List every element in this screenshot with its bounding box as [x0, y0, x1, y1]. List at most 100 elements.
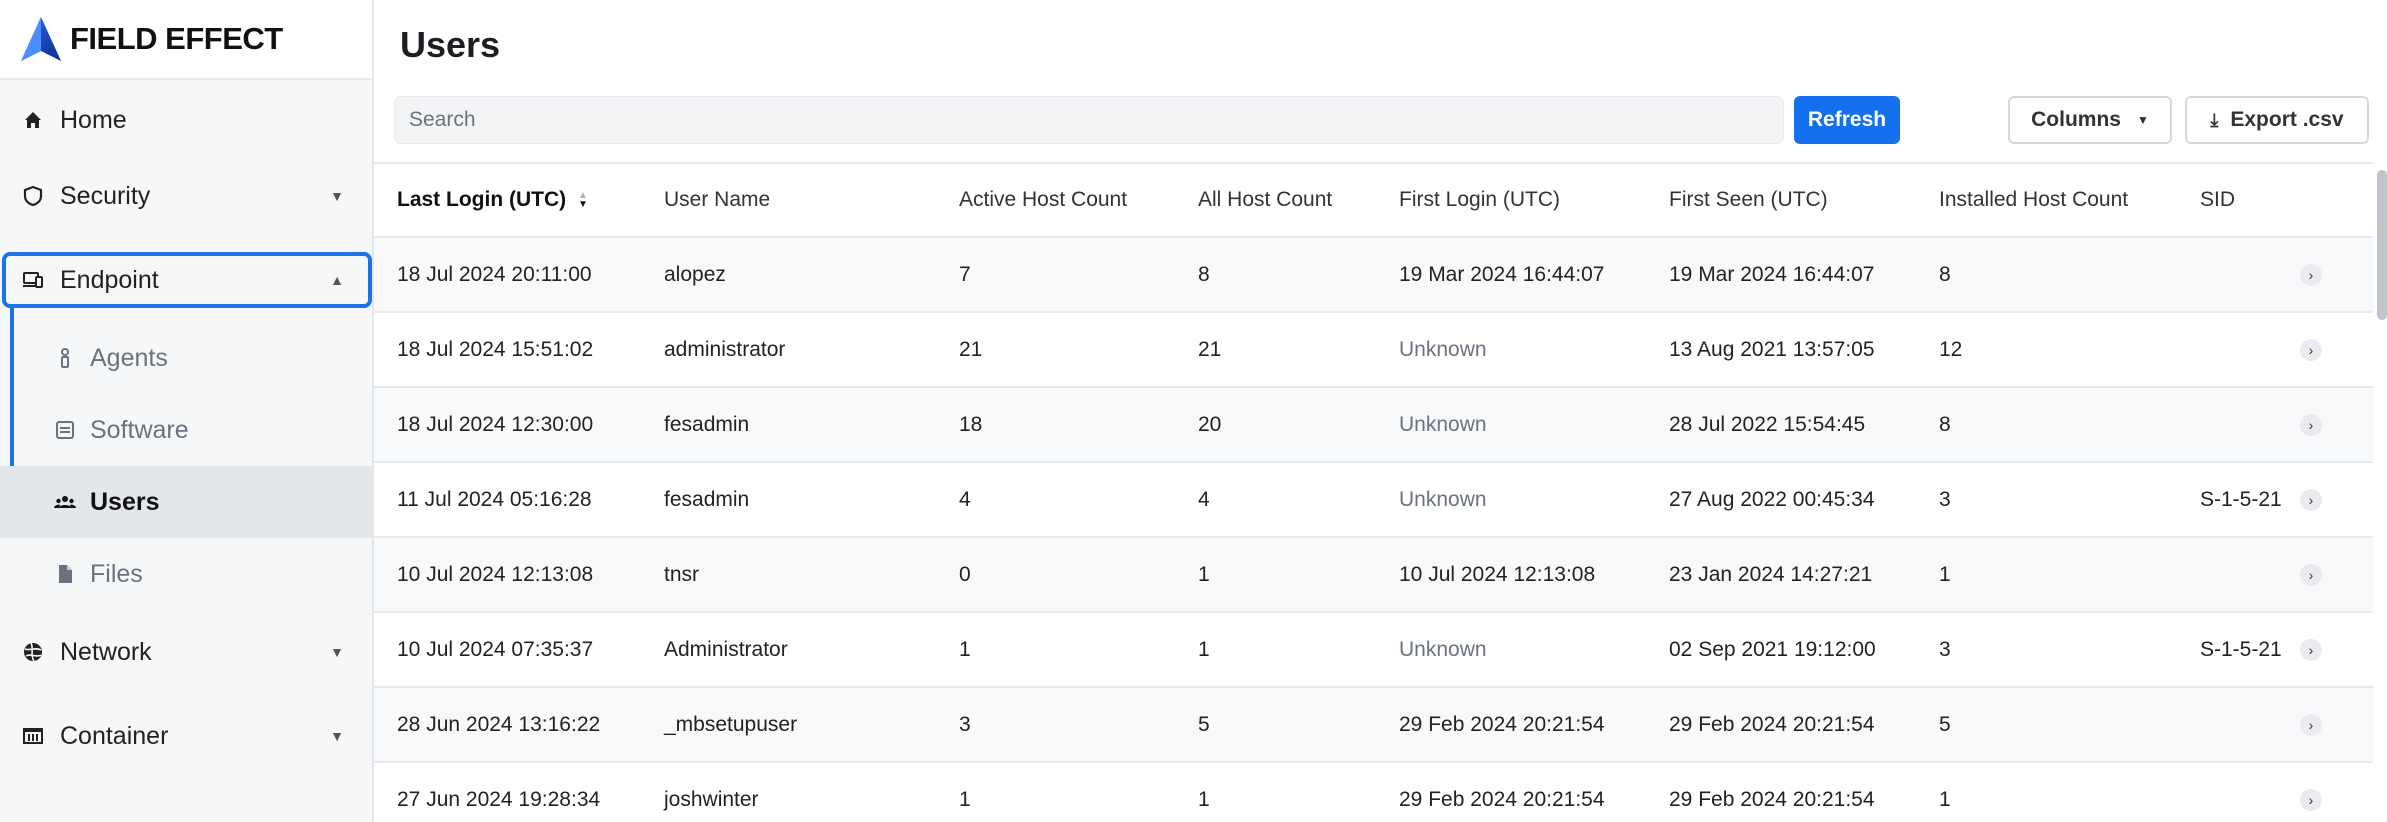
column-header-first-login[interactable]: First Login (UTC)	[1399, 188, 1560, 212]
table-row[interactable]: 11 Jul 2024 05:16:28 fesadmin 4 4 Unknown 27 …	[374, 463, 2374, 538]
cell-active-host-count: 0	[959, 562, 971, 586]
cell-sid: S-1-5-21	[2200, 487, 2282, 511]
cell-last-login: 10 Jul 2024 07:35:37	[397, 637, 594, 661]
row-expand-chevron-icon[interactable]: ›	[2300, 563, 2322, 586]
cell-last-login: 10 Jul 2024 12:13:08	[397, 562, 594, 586]
cell-active-host-count: 3	[959, 712, 971, 736]
column-header-installed-host-count[interactable]: Installed Host Count	[1939, 188, 2128, 212]
sidebar-item-label: Network	[60, 637, 152, 666]
scrollbar-thumb[interactable]	[2377, 170, 2387, 320]
cell-first-login: Unknown	[1399, 487, 1487, 511]
table-row[interactable]: 28 Jun 2024 13:16:22 _mbsetupuser 3 5 29 Feb…	[374, 688, 2374, 763]
row-expand-chevron-icon[interactable]: ›	[2300, 338, 2322, 361]
sidebar-item-agents[interactable]: Agents	[0, 330, 374, 386]
cell-first-login: Unknown	[1399, 337, 1487, 361]
cell-all-host-count: 20	[1198, 412, 1222, 436]
cell-first-seen: 29 Feb 2024 20:21:54	[1669, 712, 1875, 736]
cell-user-name: Administrator	[664, 637, 788, 661]
cell-all-host-count: 21	[1198, 337, 1222, 361]
field-effect-logo-icon	[21, 17, 61, 61]
sidebar-item-label: Users	[90, 487, 160, 516]
cell-last-login: 18 Jul 2024 20:11:00	[397, 262, 592, 286]
sidebar-item-files[interactable]: Files	[0, 546, 374, 602]
sidebar-item-endpoint[interactable]: Endpoint ▲	[0, 252, 374, 308]
column-header-all-host-count[interactable]: All Host Count	[1198, 188, 1332, 212]
cell-all-host-count: 1	[1198, 637, 1210, 661]
sidebar-item-network[interactable]: Network ▼	[0, 624, 374, 680]
cell-sid: S-1-5-21	[2200, 637, 2282, 661]
row-expand-chevron-icon[interactable]: ›	[2300, 713, 2322, 736]
column-header-active-host-count[interactable]: Active Host Count	[959, 188, 1127, 212]
refresh-button[interactable]: Refresh	[1794, 96, 1900, 144]
sidebar-item-users[interactable]: Users	[0, 466, 374, 538]
cell-user-name: tnsr	[664, 562, 700, 586]
cell-last-login: 11 Jul 2024 05:16:28	[397, 487, 592, 511]
chevron-down-icon: ▼	[330, 644, 344, 660]
row-expand-chevron-icon[interactable]: ›	[2300, 488, 2322, 511]
columns-button[interactable]: Columns ▼	[2008, 96, 2172, 144]
column-header-user-name[interactable]: User Name	[664, 188, 770, 212]
row-expand-chevron-icon[interactable]: ›	[2300, 788, 2322, 811]
cell-first-seen: 27 Aug 2022 00:45:34	[1669, 487, 1875, 511]
row-expand-chevron-icon[interactable]: ›	[2300, 638, 2322, 661]
home-icon	[22, 109, 44, 131]
search-input[interactable]	[394, 96, 1784, 144]
cell-installed-host-count: 3	[1939, 637, 1951, 661]
sidebar: FIELD EFFECT Home Security ▼ Endpoint ▲	[0, 0, 374, 822]
page-title: Users	[400, 24, 501, 65]
main-content: Users Refresh Columns ▼ ⤓ Export .csv La…	[374, 0, 2387, 822]
network-globe-icon	[22, 641, 44, 663]
sidebar-item-label: Security	[60, 181, 151, 210]
sidebar-item-home[interactable]: Home	[0, 92, 374, 148]
row-expand-chevron-icon[interactable]: ›	[2300, 413, 2322, 436]
cell-first-login: Unknown	[1399, 637, 1487, 661]
table-row[interactable]: 18 Jul 2024 20:11:00 alopez 7 8 19 Mar 2024 …	[374, 238, 2374, 313]
column-header-sid[interactable]: SID	[2200, 188, 2235, 212]
column-header-first-seen[interactable]: First Seen (UTC)	[1669, 188, 1828, 212]
cell-last-login: 18 Jul 2024 15:51:02	[397, 337, 594, 361]
cell-first-login: 19 Mar 2024 16:44:07	[1399, 262, 1605, 286]
cell-installed-host-count: 8	[1939, 412, 1951, 436]
cell-installed-host-count: 12	[1939, 337, 1963, 361]
cell-active-host-count: 7	[959, 262, 971, 286]
sidebar-item-label: Files	[90, 559, 143, 588]
export-csv-button[interactable]: ⤓ Export .csv	[2185, 96, 2369, 144]
cell-first-seen: 02 Sep 2021 19:12:00	[1669, 637, 1876, 661]
cell-user-name: _mbsetupuser	[664, 712, 798, 736]
table-row[interactable]: 27 Jun 2024 19:28:34 joshwinter 1 1 29 Feb 2…	[374, 763, 2374, 822]
caret-down-icon: ▼	[2136, 113, 2149, 127]
cell-user-name: fesadmin	[664, 412, 750, 436]
cell-first-login: 29 Feb 2024 20:21:54	[1399, 787, 1605, 811]
brand-logo[interactable]: FIELD EFFECT	[0, 0, 372, 80]
cell-first-seen: 13 Aug 2021 13:57:05	[1669, 337, 1875, 361]
sidebar-item-software[interactable]: Software	[0, 402, 374, 458]
table-row[interactable]: 18 Jul 2024 15:51:02 administrator 21 21 Unk…	[374, 313, 2374, 388]
cell-first-seen: 28 Jul 2022 15:54:45	[1669, 412, 1866, 436]
cell-all-host-count: 1	[1198, 787, 1210, 811]
brand-name: FIELD EFFECT	[70, 21, 283, 56]
sort-icon[interactable]: ▲ ▼	[578, 191, 588, 210]
cell-user-name: alopez	[664, 262, 726, 286]
cell-active-host-count: 21	[959, 337, 983, 361]
sidebar-item-label: Endpoint	[60, 265, 159, 294]
cell-first-seen: 19 Mar 2024 16:44:07	[1669, 262, 1875, 286]
cell-installed-host-count: 5	[1939, 712, 1951, 736]
sidebar-item-security[interactable]: Security ▼	[0, 168, 374, 224]
cell-user-name: joshwinter	[664, 787, 759, 811]
cell-installed-host-count: 1	[1939, 562, 1951, 586]
sidebar-item-container[interactable]: Container ▼	[0, 708, 374, 764]
table-row[interactable]: 10 Jul 2024 12:13:08 tnsr 0 1 10 Jul 2024 12…	[374, 538, 2374, 613]
table-row[interactable]: 18 Jul 2024 12:30:00 fesadmin 18 20 Unknown 2…	[374, 388, 2374, 463]
chevron-down-icon: ▼	[330, 728, 344, 744]
cell-last-login: 27 Jun 2024 19:28:34	[397, 787, 601, 811]
file-icon	[54, 563, 76, 585]
container-icon	[22, 725, 44, 747]
table-row[interactable]: 10 Jul 2024 07:35:37 Administrator 1 1 Unkno…	[374, 613, 2374, 688]
cell-active-host-count: 18	[959, 412, 983, 436]
sidebar-item-label: Container	[60, 721, 169, 750]
column-header-last-login[interactable]: Last Login (UTC) ▲ ▼	[397, 188, 588, 212]
row-expand-chevron-icon[interactable]: ›	[2300, 263, 2322, 286]
cell-installed-host-count: 8	[1939, 262, 1951, 286]
export-button-label: Export .csv	[2230, 108, 2344, 131]
cell-user-name: fesadmin	[664, 487, 750, 511]
